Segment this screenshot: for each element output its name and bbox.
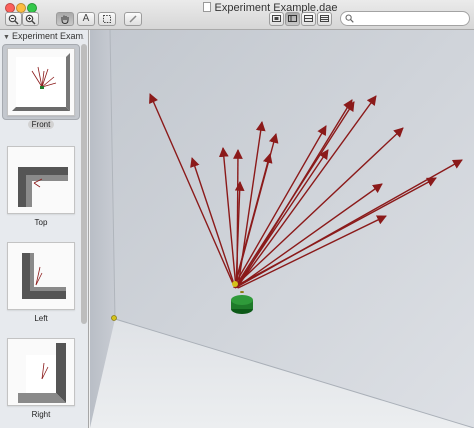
- sidebar-header-label: Experiment Exam...: [11, 31, 84, 41]
- view-mode-1-button[interactable]: [269, 12, 284, 26]
- front-view-preview: [12, 53, 70, 111]
- search-field[interactable]: [340, 11, 470, 26]
- scene-canvas: [90, 30, 474, 428]
- view-mode-4-button[interactable]: [317, 12, 332, 26]
- search-icon: [345, 14, 354, 23]
- text-tool-label: A: [82, 13, 90, 24]
- sidebar: ▼ Experiment Exam... Front Top Left Righ…: [0, 30, 89, 428]
- base-top: [231, 295, 253, 305]
- sidebar-item-top[interactable]: Top: [4, 146, 78, 227]
- sidebar-item-label: Right: [31, 410, 51, 419]
- zoom-out-button[interactable]: [5, 12, 22, 26]
- zoom-in-icon: [25, 14, 36, 25]
- sidebar-item-label: Front: [27, 120, 55, 129]
- text-tool-button[interactable]: A: [77, 12, 95, 26]
- hand-icon: [61, 15, 69, 24]
- selection-icon: [103, 15, 111, 23]
- sidebar-item-right[interactable]: Right: [4, 338, 78, 419]
- sidebar-scrollbar[interactable]: [81, 44, 87, 324]
- sidebar-item-label: Left: [34, 314, 48, 323]
- front-thumbnail: [7, 48, 75, 116]
- base-stem: [240, 291, 244, 293]
- search-input[interactable]: [357, 12, 465, 25]
- hand-tool-button[interactable]: [56, 12, 74, 26]
- source-point: [232, 281, 238, 287]
- right-thumbnail: [7, 338, 75, 406]
- view-mode-4-icon: [320, 15, 329, 22]
- top-view-preview: [18, 167, 68, 207]
- selection-tool-button[interactable]: [98, 12, 116, 26]
- view-mode-3-button[interactable]: [301, 12, 316, 26]
- top-thumbnail: [7, 146, 75, 214]
- view-mode-2-button[interactable]: [285, 12, 300, 26]
- sidebar-item-left[interactable]: Left: [4, 242, 78, 323]
- sidebar-item-front[interactable]: Front: [2, 44, 80, 129]
- edit-icon: [129, 15, 137, 23]
- left-thumbnail: [7, 242, 75, 310]
- document-icon: [202, 2, 211, 12]
- left-view-preview: [22, 253, 66, 299]
- disclosure-triangle-icon[interactable]: ▼: [3, 32, 10, 42]
- sidebar-item-label: Top: [34, 218, 48, 227]
- view-mode-3-icon: [304, 15, 313, 22]
- sidebar-header[interactable]: ▼ Experiment Exam...: [0, 30, 84, 42]
- origin-marker: [111, 315, 117, 321]
- scene-viewport[interactable]: [90, 30, 474, 428]
- toolbar: Experiment Example.dae A: [0, 0, 474, 30]
- edit-button[interactable]: [124, 12, 142, 26]
- view-mode-2-icon: [288, 15, 297, 22]
- zoom-in-button[interactable]: [22, 12, 39, 26]
- zoom-out-icon: [8, 14, 19, 25]
- window: Experiment Example.dae A ▼ Experiment Ex…: [0, 0, 474, 428]
- view-mode-1-icon: [272, 15, 281, 22]
- right-view-preview: [18, 343, 66, 403]
